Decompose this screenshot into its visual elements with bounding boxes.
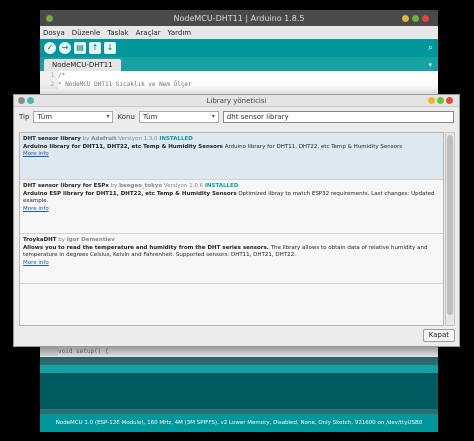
library-item[interactable]: DHT sensor library for ESPx by beegee_to… bbox=[20, 180, 443, 234]
ide-tab-bar: NodeMCU-DHT11 ▾ bbox=[40, 57, 438, 71]
line-number: 1 bbox=[40, 71, 58, 80]
installed-badge: INSTALLED bbox=[204, 183, 239, 189]
menu-araclar[interactable]: Araçlar bbox=[136, 29, 161, 37]
search-input[interactable]: dht sensor library bbox=[222, 110, 454, 123]
menu-dosya[interactable]: Dosya bbox=[43, 29, 65, 37]
ide-window-title: NodeMCU-DHT11 | Arduino 1.8.5 bbox=[173, 13, 305, 23]
close-button[interactable]: Kapat bbox=[422, 329, 455, 342]
library-by: by bbox=[82, 136, 90, 142]
maximize-icon[interactable] bbox=[437, 97, 444, 104]
code-line: 1 /* bbox=[40, 71, 438, 80]
library-item[interactable]: DHT sensor library by Adafruit Versiyon … bbox=[20, 133, 443, 180]
menu-yardim[interactable]: Yardım bbox=[168, 29, 192, 37]
ide-titlebar: NodeMCU-DHT11 | Arduino 1.8.5 bbox=[40, 10, 438, 26]
library-sentence: Allows you to read the temperature and h… bbox=[23, 244, 269, 251]
menu-duzenle[interactable]: Düzenle bbox=[72, 29, 101, 37]
console-panel bbox=[40, 373, 438, 409]
minimize-icon[interactable] bbox=[428, 97, 435, 104]
tab-sketch[interactable]: NodeMCU-DHT11 bbox=[44, 59, 121, 71]
window-menu-icon[interactable] bbox=[18, 97, 25, 104]
verify-icon[interactable]: ✓ bbox=[44, 42, 56, 54]
code-line: void setup() { bbox=[40, 347, 438, 356]
library-manager-dialog: Library yöneticisi Tip Tüm ▾ Konu Tüm ▾ … bbox=[13, 94, 460, 347]
serial-monitor-icon[interactable]: ⌕ bbox=[428, 43, 433, 53]
dialog-controls-left bbox=[18, 97, 36, 104]
pin-icon[interactable] bbox=[27, 97, 34, 104]
dialog-titlebar: Library yöneticisi bbox=[14, 95, 459, 107]
more-info-link[interactable]: More info bbox=[23, 151, 49, 157]
topic-select-value: Tüm bbox=[142, 112, 158, 121]
ide-toolbar: ✓ → ▤ ↑ ↓ ⌕ bbox=[40, 39, 438, 57]
type-label: Tip bbox=[19, 112, 30, 121]
library-version: Versiyon 1.3.0 bbox=[118, 136, 158, 142]
open-sketch-icon[interactable]: ↑ bbox=[89, 42, 101, 54]
library-name: DHT sensor library for ESPx bbox=[23, 183, 109, 189]
console-divider[interactable] bbox=[40, 365, 438, 373]
library-author: Igor Dementiev bbox=[66, 237, 115, 243]
new-sketch-icon[interactable]: ▤ bbox=[74, 42, 86, 54]
topic-label: Konu bbox=[117, 112, 135, 121]
more-info-link[interactable]: More info bbox=[23, 206, 49, 212]
library-by: by bbox=[58, 237, 66, 243]
library-version: Versiyon 1.0.6 bbox=[163, 183, 204, 189]
dialog-controls bbox=[428, 97, 455, 104]
more-info-link[interactable]: More info bbox=[23, 260, 49, 266]
board-status-bar: NodeMCU 1.0 (ESP-12E Module), 160 MHz, 4… bbox=[40, 414, 438, 432]
library-list-scrollbar[interactable] bbox=[445, 132, 455, 326]
library-name: DHT sensor library bbox=[23, 136, 81, 142]
ide-menubar: Dosya Düzenle Taslak Araçlar Yardım bbox=[40, 26, 438, 39]
library-name: TroykaDHT bbox=[23, 237, 57, 243]
line-number: 2 bbox=[40, 80, 58, 89]
chevron-down-icon: ▾ bbox=[106, 112, 110, 120]
library-item[interactable]: TroykaDHT by Igor Dementiev Allows you t… bbox=[20, 234, 443, 284]
code-text: * NodeMCU DHT11 Sıcaklık ve Nem Ölçer bbox=[58, 81, 192, 88]
library-description: Arduino library for DHT11, DHT22, etc Te… bbox=[224, 143, 403, 150]
dialog-title: Library yöneticisi bbox=[206, 96, 267, 105]
library-sentence: Arduino ESP library for DHT11, DHT22, et… bbox=[23, 190, 237, 197]
library-author: Adafruit bbox=[91, 136, 117, 142]
code-line: 2 * NodeMCU DHT11 Sıcaklık ve Nem Ölçer bbox=[40, 80, 438, 89]
tab-menu-icon[interactable]: ▾ bbox=[428, 61, 432, 69]
scrollbar-thumb[interactable] bbox=[447, 135, 453, 315]
line-number bbox=[40, 347, 58, 356]
filter-row: Tip Tüm ▾ Konu Tüm ▾ dht sensor library bbox=[14, 107, 459, 126]
library-sentence: Arduino library for DHT11, DHT22, etc Te… bbox=[23, 143, 223, 150]
type-select-value: Tüm bbox=[37, 112, 53, 121]
type-select[interactable]: Tüm ▾ bbox=[33, 110, 114, 123]
library-by: by bbox=[110, 183, 118, 189]
menu-taslak[interactable]: Taslak bbox=[107, 29, 128, 37]
close-icon[interactable] bbox=[446, 97, 453, 104]
chevron-down-icon: ▾ bbox=[211, 112, 215, 120]
upload-icon[interactable]: → bbox=[59, 42, 71, 54]
library-list: DHT sensor library by Adafruit Versiyon … bbox=[19, 132, 444, 326]
code-text: /* bbox=[58, 72, 66, 79]
library-author: beegee_tokyo bbox=[119, 183, 163, 189]
save-sketch-icon[interactable]: ↓ bbox=[104, 42, 116, 54]
installed-badge: INSTALLED bbox=[159, 136, 193, 142]
code-text: void setup() { bbox=[58, 348, 109, 355]
topic-select[interactable]: Tüm ▾ bbox=[138, 110, 219, 123]
